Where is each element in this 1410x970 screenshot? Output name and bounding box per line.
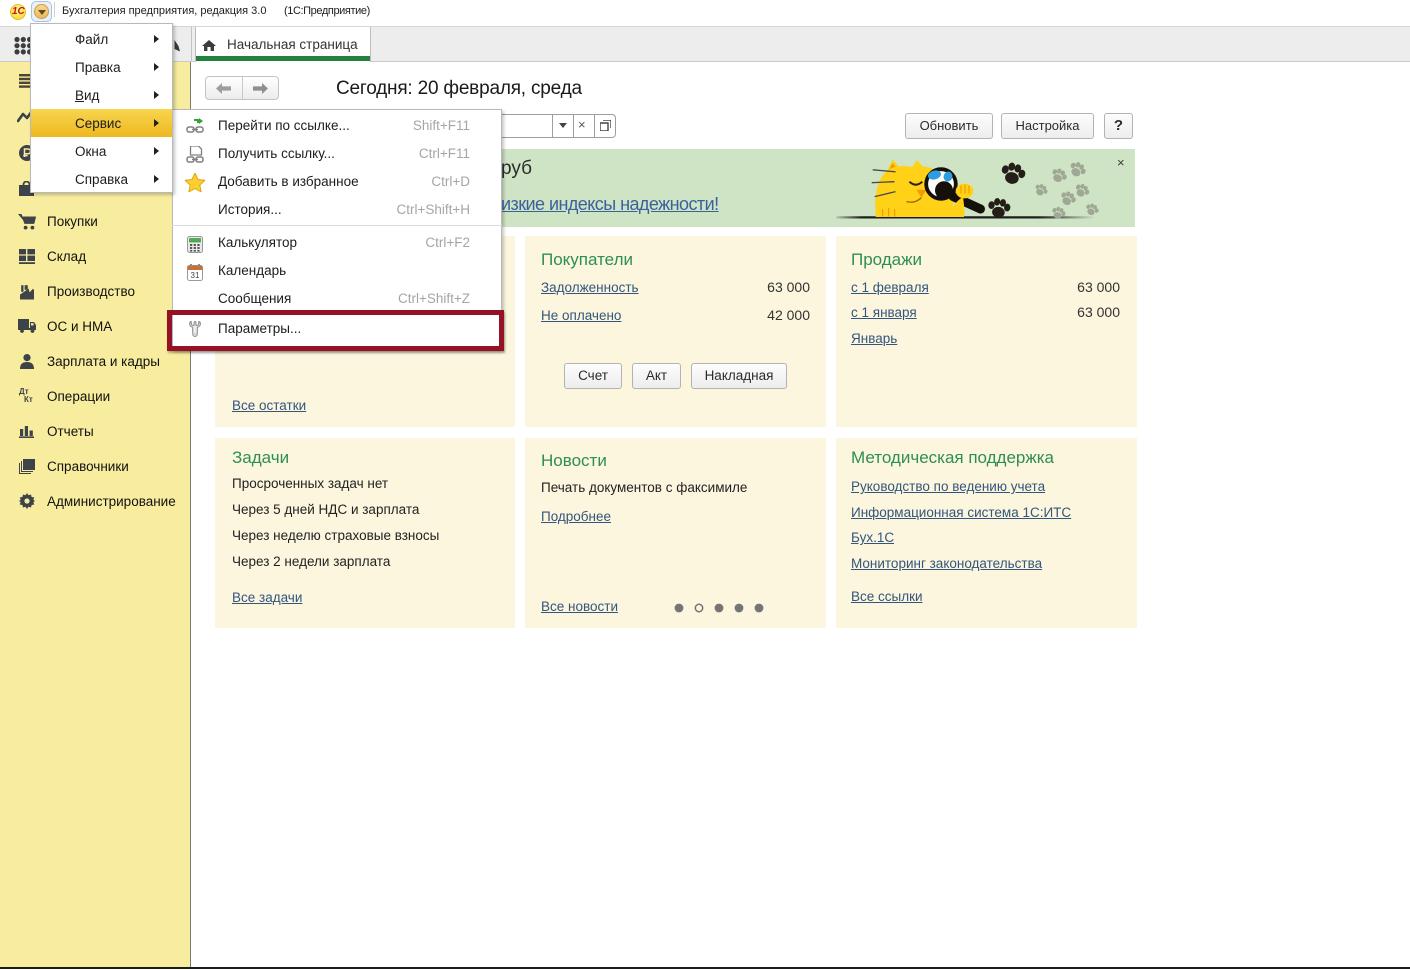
svg-text:31: 31 [191, 271, 200, 280]
